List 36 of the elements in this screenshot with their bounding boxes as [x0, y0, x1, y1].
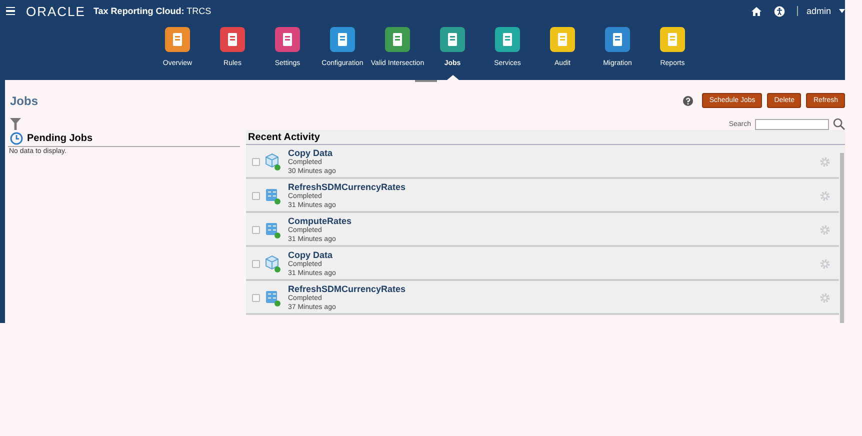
checkbox[interactable]: [252, 192, 260, 200]
job-name[interactable]: ComputeRates: [288, 216, 814, 226]
checkbox[interactable]: [252, 226, 260, 234]
checkbox[interactable]: [252, 294, 260, 302]
page-title: Jobs: [10, 94, 40, 108]
job-name[interactable]: RefreshSDMCurrencyRates: [288, 284, 814, 294]
calculator-icon: [265, 288, 281, 306]
calculator-icon: [265, 186, 281, 204]
settings-icon[interactable]: [819, 292, 831, 304]
job-name[interactable]: RefreshSDMCurrencyRates: [288, 182, 814, 192]
settings-icon[interactable]: [819, 258, 831, 270]
job-name[interactable]: Copy Data: [288, 148, 814, 158]
job-name[interactable]: Copy Data: [288, 250, 814, 260]
menu-icon[interactable]: [6, 6, 15, 16]
clock-icon: [10, 132, 23, 145]
home-icon[interactable]: [751, 6, 762, 16]
settings-icon[interactable]: [819, 190, 831, 202]
cube-icon: [265, 152, 281, 170]
calculator-icon: [265, 220, 281, 238]
cube-icon: [265, 254, 281, 272]
checkbox[interactable]: [252, 260, 260, 268]
caret-icon[interactable]: [839, 9, 845, 13]
settings-icon[interactable]: [819, 224, 831, 236]
scrollbar[interactable]: [839, 145, 845, 323]
filter-icon[interactable]: [10, 118, 21, 130]
user-menu[interactable]: admin: [806, 6, 831, 16]
section-title: Recent Activity: [248, 132, 320, 142]
settings-icon[interactable]: [819, 156, 831, 168]
section-title: Pending Jobs: [27, 133, 93, 144]
help-icon[interactable]: [683, 96, 694, 106]
search-field[interactable]: [755, 118, 829, 130]
logo: ORACLE: [26, 4, 86, 18]
app-title: Tax Reporting Cloud: TRCS: [93, 6, 212, 16]
search-icon[interactable]: [833, 118, 845, 130]
checkbox[interactable]: [252, 158, 260, 166]
accessibility-icon[interactable]: [774, 6, 786, 16]
